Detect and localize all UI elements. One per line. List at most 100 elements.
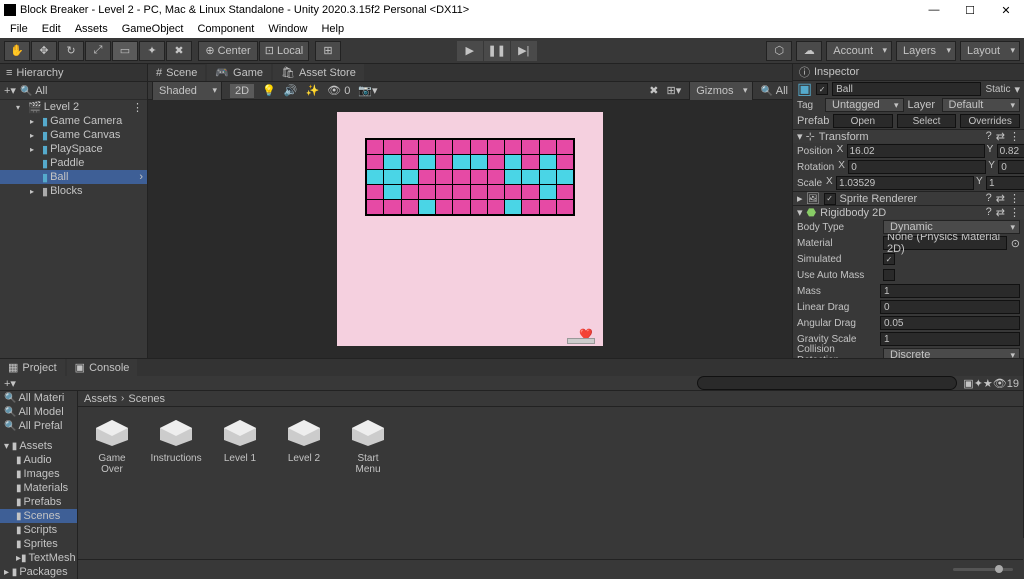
- hidden-icon[interactable]: 👁19: [993, 377, 1019, 390]
- linear-drag-field[interactable]: [880, 300, 1020, 314]
- minimize-button[interactable]: —: [920, 0, 948, 20]
- hierarchy-search[interactable]: All: [35, 85, 47, 97]
- filter-icon[interactable]: ▣: [963, 377, 973, 390]
- prefab-open-button[interactable]: Open: [833, 114, 893, 128]
- rot-y[interactable]: [998, 160, 1024, 174]
- hierarchy-add[interactable]: +▾: [4, 84, 16, 97]
- rect-tool[interactable]: ▭: [112, 41, 138, 61]
- layer-dropdown[interactable]: Default: [942, 98, 1021, 112]
- cloud-icon[interactable]: ☁: [796, 41, 822, 61]
- folder-scripts[interactable]: ▮ Scripts: [0, 523, 77, 537]
- fx-toggle[interactable]: ✨: [305, 84, 319, 97]
- step-button[interactable]: ▶|: [511, 41, 537, 61]
- folder-images[interactable]: ▮ Images: [0, 467, 77, 481]
- hierarchy-item-blocks[interactable]: ▸▮ Blocks: [0, 184, 147, 198]
- scene-level-1[interactable]: Level 1: [216, 417, 264, 464]
- angular-drag-field[interactable]: [880, 316, 1020, 330]
- folder-audio[interactable]: ▮ Audio: [0, 453, 77, 467]
- material-picker-icon[interactable]: ⊙: [1011, 237, 1020, 250]
- help-icon[interactable]: ?: [986, 130, 992, 143]
- console-tab[interactable]: ▣ Console: [67, 359, 138, 376]
- scene-tab[interactable]: # Scene: [148, 65, 205, 81]
- pivot-center-toggle[interactable]: ⊕Center: [198, 41, 258, 61]
- fav-models[interactable]: 🔍 All Model: [0, 405, 77, 419]
- snap-toggle[interactable]: ⊞: [315, 41, 341, 61]
- transform-header[interactable]: ▾ ⊹ Transform?⇄⋮: [793, 129, 1024, 143]
- layout-dropdown[interactable]: Layout: [960, 41, 1020, 61]
- scene-instructions[interactable]: Instructions: [152, 417, 200, 464]
- account-dropdown[interactable]: Account: [826, 41, 892, 61]
- prefab-overrides-button[interactable]: Overrides: [960, 114, 1020, 128]
- body-type-dropdown[interactable]: Dynamic: [883, 220, 1020, 234]
- camera-toggle[interactable]: 📷▾: [358, 84, 377, 97]
- rb-material-field[interactable]: None (Physics Material 2D): [883, 236, 1007, 250]
- layers-dropdown[interactable]: Layers: [896, 41, 956, 61]
- scale-y[interactable]: [986, 176, 1024, 190]
- rigidbody-header[interactable]: ▾ ⬣ Rigidbody 2D?⇄⋮: [793, 205, 1024, 219]
- hierarchy-item-paddle[interactable]: ▮ Paddle: [0, 156, 147, 170]
- menu-icon[interactable]: ⋮: [1009, 130, 1020, 143]
- hierarchy-item-canvas[interactable]: ▸▮ Game Canvas: [0, 128, 147, 142]
- pos-y[interactable]: [997, 144, 1024, 158]
- fav-materials[interactable]: 🔍 All Materi: [0, 391, 77, 405]
- pause-button[interactable]: ❚❚: [484, 41, 510, 61]
- audio-toggle[interactable]: 🔊: [284, 84, 298, 97]
- gravity-scale-field[interactable]: [880, 332, 1020, 346]
- menu-file[interactable]: File: [4, 21, 34, 37]
- menu-gameobject[interactable]: GameObject: [116, 21, 190, 37]
- scale-x[interactable]: [836, 176, 974, 190]
- active-checkbox[interactable]: ✓: [816, 83, 828, 95]
- folder-prefabs[interactable]: ▮ Prefabs: [0, 495, 77, 509]
- pivot-local-toggle[interactable]: ⊡Local: [259, 41, 309, 61]
- folder-textmesh[interactable]: ▸▮ TextMesh: [0, 551, 77, 565]
- grid-toggle[interactable]: ⊞▾: [667, 84, 682, 97]
- transform-tool[interactable]: ✦: [139, 41, 165, 61]
- project-tab[interactable]: ▦ Project: [0, 359, 65, 376]
- thumbnail-size-slider[interactable]: [953, 568, 1013, 571]
- tools-toggle[interactable]: ✖: [649, 84, 658, 97]
- menu-window[interactable]: Window: [262, 21, 313, 37]
- inspector-tab[interactable]: ⓘ Inspector: [793, 64, 1024, 81]
- folder-materials[interactable]: ▮ Materials: [0, 481, 77, 495]
- auto-mass-checkbox[interactable]: [883, 269, 895, 281]
- static-dropdown[interactable]: ▾: [1014, 83, 1020, 96]
- menu-help[interactable]: Help: [315, 21, 350, 37]
- pos-x[interactable]: [847, 144, 985, 158]
- packages-folder[interactable]: ▸ ▮ Packages: [0, 565, 77, 579]
- folder-sprites[interactable]: ▮ Sprites: [0, 537, 77, 551]
- simulated-checkbox[interactable]: ✓: [883, 253, 895, 265]
- lighting-toggle[interactable]: 💡: [262, 84, 276, 97]
- menu-component[interactable]: Component: [191, 21, 260, 37]
- menu-assets[interactable]: Assets: [69, 21, 114, 37]
- collision-detection-dropdown[interactable]: Discrete: [883, 348, 1020, 358]
- hierarchy-tab[interactable]: ≡ Hierarchy: [0, 64, 147, 82]
- scale-tool[interactable]: ⤢: [85, 41, 111, 61]
- rot-x[interactable]: [848, 160, 986, 174]
- breadcrumb[interactable]: Assets › Scenes: [78, 391, 1023, 407]
- hierarchy-item-camera[interactable]: ▸▮ Game Camera: [0, 114, 147, 128]
- mass-field[interactable]: [880, 284, 1020, 298]
- fav-prefabs[interactable]: 🔍 All Prefal: [0, 419, 77, 433]
- scene-game-over[interactable]: Game Over: [88, 417, 136, 475]
- scene-view[interactable]: ❤️: [148, 100, 792, 358]
- preset-icon[interactable]: ⇄: [996, 130, 1005, 143]
- scene-search[interactable]: All: [776, 85, 788, 97]
- project-search[interactable]: [697, 376, 957, 390]
- play-button[interactable]: ▶: [457, 41, 483, 61]
- hierarchy-item-playspace[interactable]: ▸▮ PlaySpace: [0, 142, 147, 156]
- assets-folder[interactable]: ▾ ▮ Assets: [0, 439, 77, 453]
- gizmos-dropdown[interactable]: Gizmos: [689, 81, 752, 101]
- close-button[interactable]: ✕: [992, 0, 1020, 20]
- object-name-field[interactable]: [832, 82, 981, 96]
- rotate-tool[interactable]: ↻: [58, 41, 84, 61]
- folder-scenes[interactable]: ▮ Scenes: [0, 509, 77, 523]
- visibility-toggle[interactable]: 👁 0: [327, 84, 350, 97]
- star-icon[interactable]: ★: [983, 377, 993, 390]
- collab-icon[interactable]: ⬡: [766, 41, 792, 61]
- asset-store-tab[interactable]: 🛍 Asset Store: [273, 64, 364, 81]
- scene-start-menu[interactable]: Start Menu: [344, 417, 392, 475]
- hand-tool[interactable]: ✋: [4, 41, 30, 61]
- game-tab[interactable]: 🎮 Game: [207, 64, 271, 81]
- sprite-enabled-checkbox[interactable]: ✓: [824, 193, 836, 205]
- tag-dropdown[interactable]: Untagged: [825, 98, 904, 112]
